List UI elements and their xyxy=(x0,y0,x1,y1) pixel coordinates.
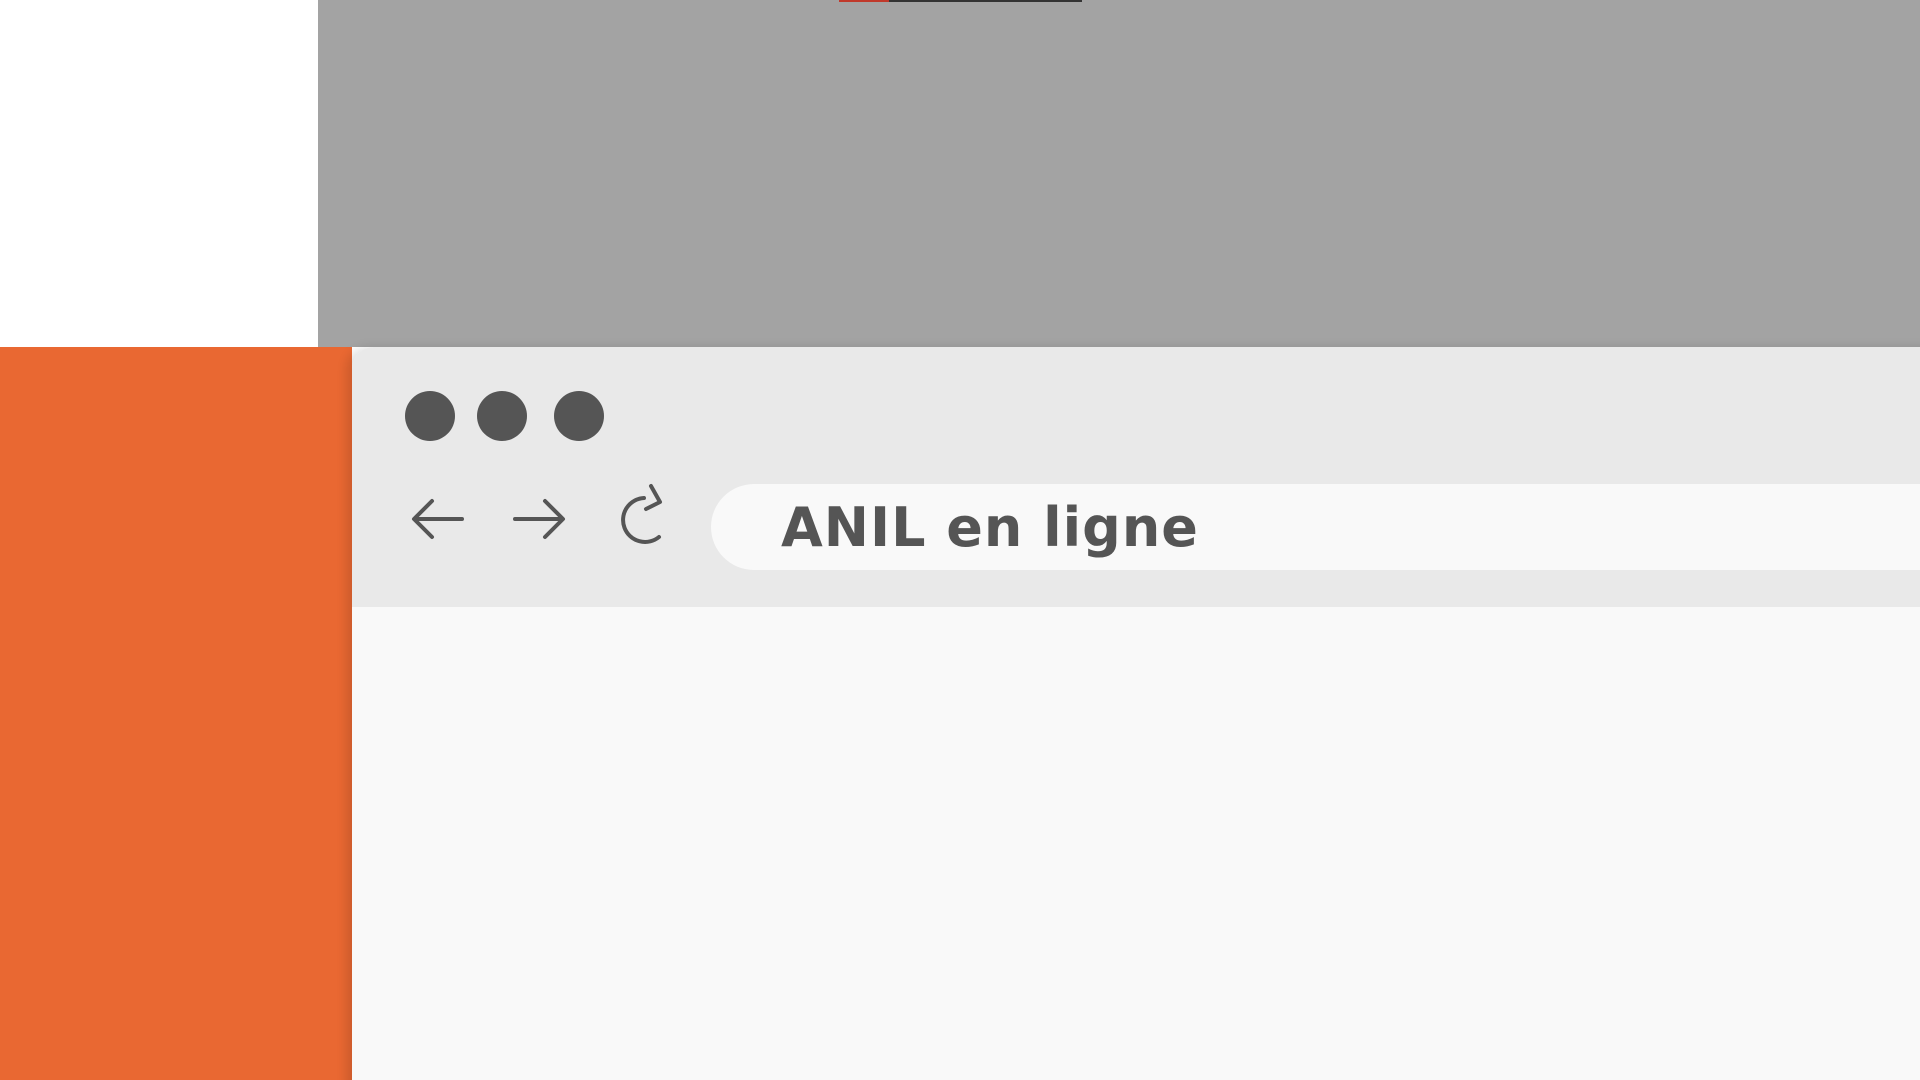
screen: ANIL en ligne xyxy=(0,0,1920,1080)
red-accent-line xyxy=(839,0,889,2)
close-dot[interactable] xyxy=(405,391,455,441)
arrow-right-icon xyxy=(513,499,565,539)
address-bar-text: ANIL en ligne xyxy=(781,495,1199,559)
maximize-dot[interactable] xyxy=(554,391,604,441)
arrow-left-icon xyxy=(412,499,464,539)
reload-icon xyxy=(621,484,662,544)
gray-panel xyxy=(318,0,1920,347)
orange-panel xyxy=(0,347,352,1080)
back-button[interactable] xyxy=(406,487,470,551)
address-bar[interactable]: ANIL en ligne xyxy=(711,484,1920,570)
browser-window: ANIL en ligne xyxy=(352,347,1920,1080)
reload-button[interactable] xyxy=(608,483,672,547)
page-content xyxy=(352,607,1920,1080)
dark-accent-line xyxy=(889,0,1082,2)
browser-chrome: ANIL en ligne xyxy=(352,347,1920,607)
white-panel xyxy=(0,0,318,347)
forward-button[interactable] xyxy=(507,487,571,551)
minimize-dot[interactable] xyxy=(477,391,527,441)
